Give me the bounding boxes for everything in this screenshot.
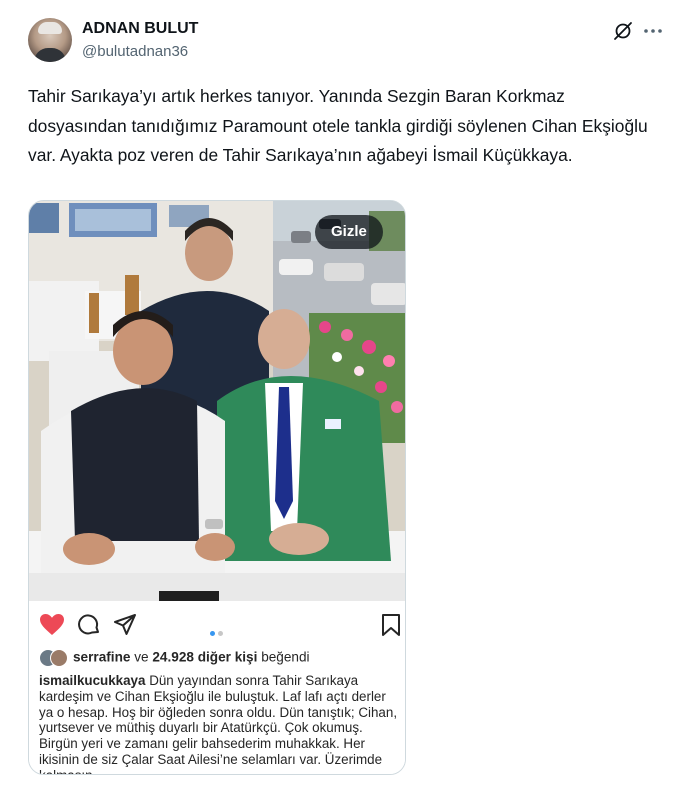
post-photo[interactable] <box>29 201 406 601</box>
likes-connector: ve <box>134 649 149 665</box>
tweet-media[interactable]: Gizle serrafine ve 24.928 diğer kişi beğ… <box>28 200 406 775</box>
comment-icon[interactable] <box>77 613 101 637</box>
caption-username[interactable]: ismailkucukkaya <box>39 673 145 688</box>
share-icon[interactable] <box>113 613 137 637</box>
instagram-post-footer: serrafine ve 24.928 diğer kişi beğendi i… <box>29 601 405 774</box>
likes-suffix: beğendi <box>261 649 310 665</box>
heart-icon[interactable] <box>39 613 65 637</box>
liker-avatars <box>39 649 69 667</box>
likes-line: serrafine ve 24.928 diğer kişi beğendi <box>39 649 310 667</box>
bookmark-icon[interactable] <box>381 613 401 637</box>
carousel-dot-active <box>210 631 215 636</box>
hide-media-button[interactable]: Gizle <box>315 215 383 249</box>
likes-count[interactable]: 24.928 diğer kişi <box>152 650 257 665</box>
author-name[interactable]: ADNAN BULUT <box>82 20 198 38</box>
avatar[interactable] <box>28 18 72 62</box>
grok-icon[interactable] <box>612 20 634 42</box>
caption-text: Dün yayından sonra Tahir Sarıkaya kardeş… <box>39 673 398 774</box>
tweet-text: Tahir Sarıkaya’yı artık herkes tanıyor. … <box>28 86 648 165</box>
tweet-card: ADNAN BULUT @bulutadnan36 Tahir Sarıkaya… <box>0 0 680 788</box>
carousel-dot <box>218 631 223 636</box>
post-caption: ismailkucukkaya Dün yayından sonra Tahir… <box>39 673 401 774</box>
carousel-dots <box>210 623 226 641</box>
author-handle[interactable]: @bulutadnan36 <box>82 43 188 60</box>
more-icon[interactable] <box>642 20 664 42</box>
liker-username[interactable]: serrafine <box>73 650 130 665</box>
